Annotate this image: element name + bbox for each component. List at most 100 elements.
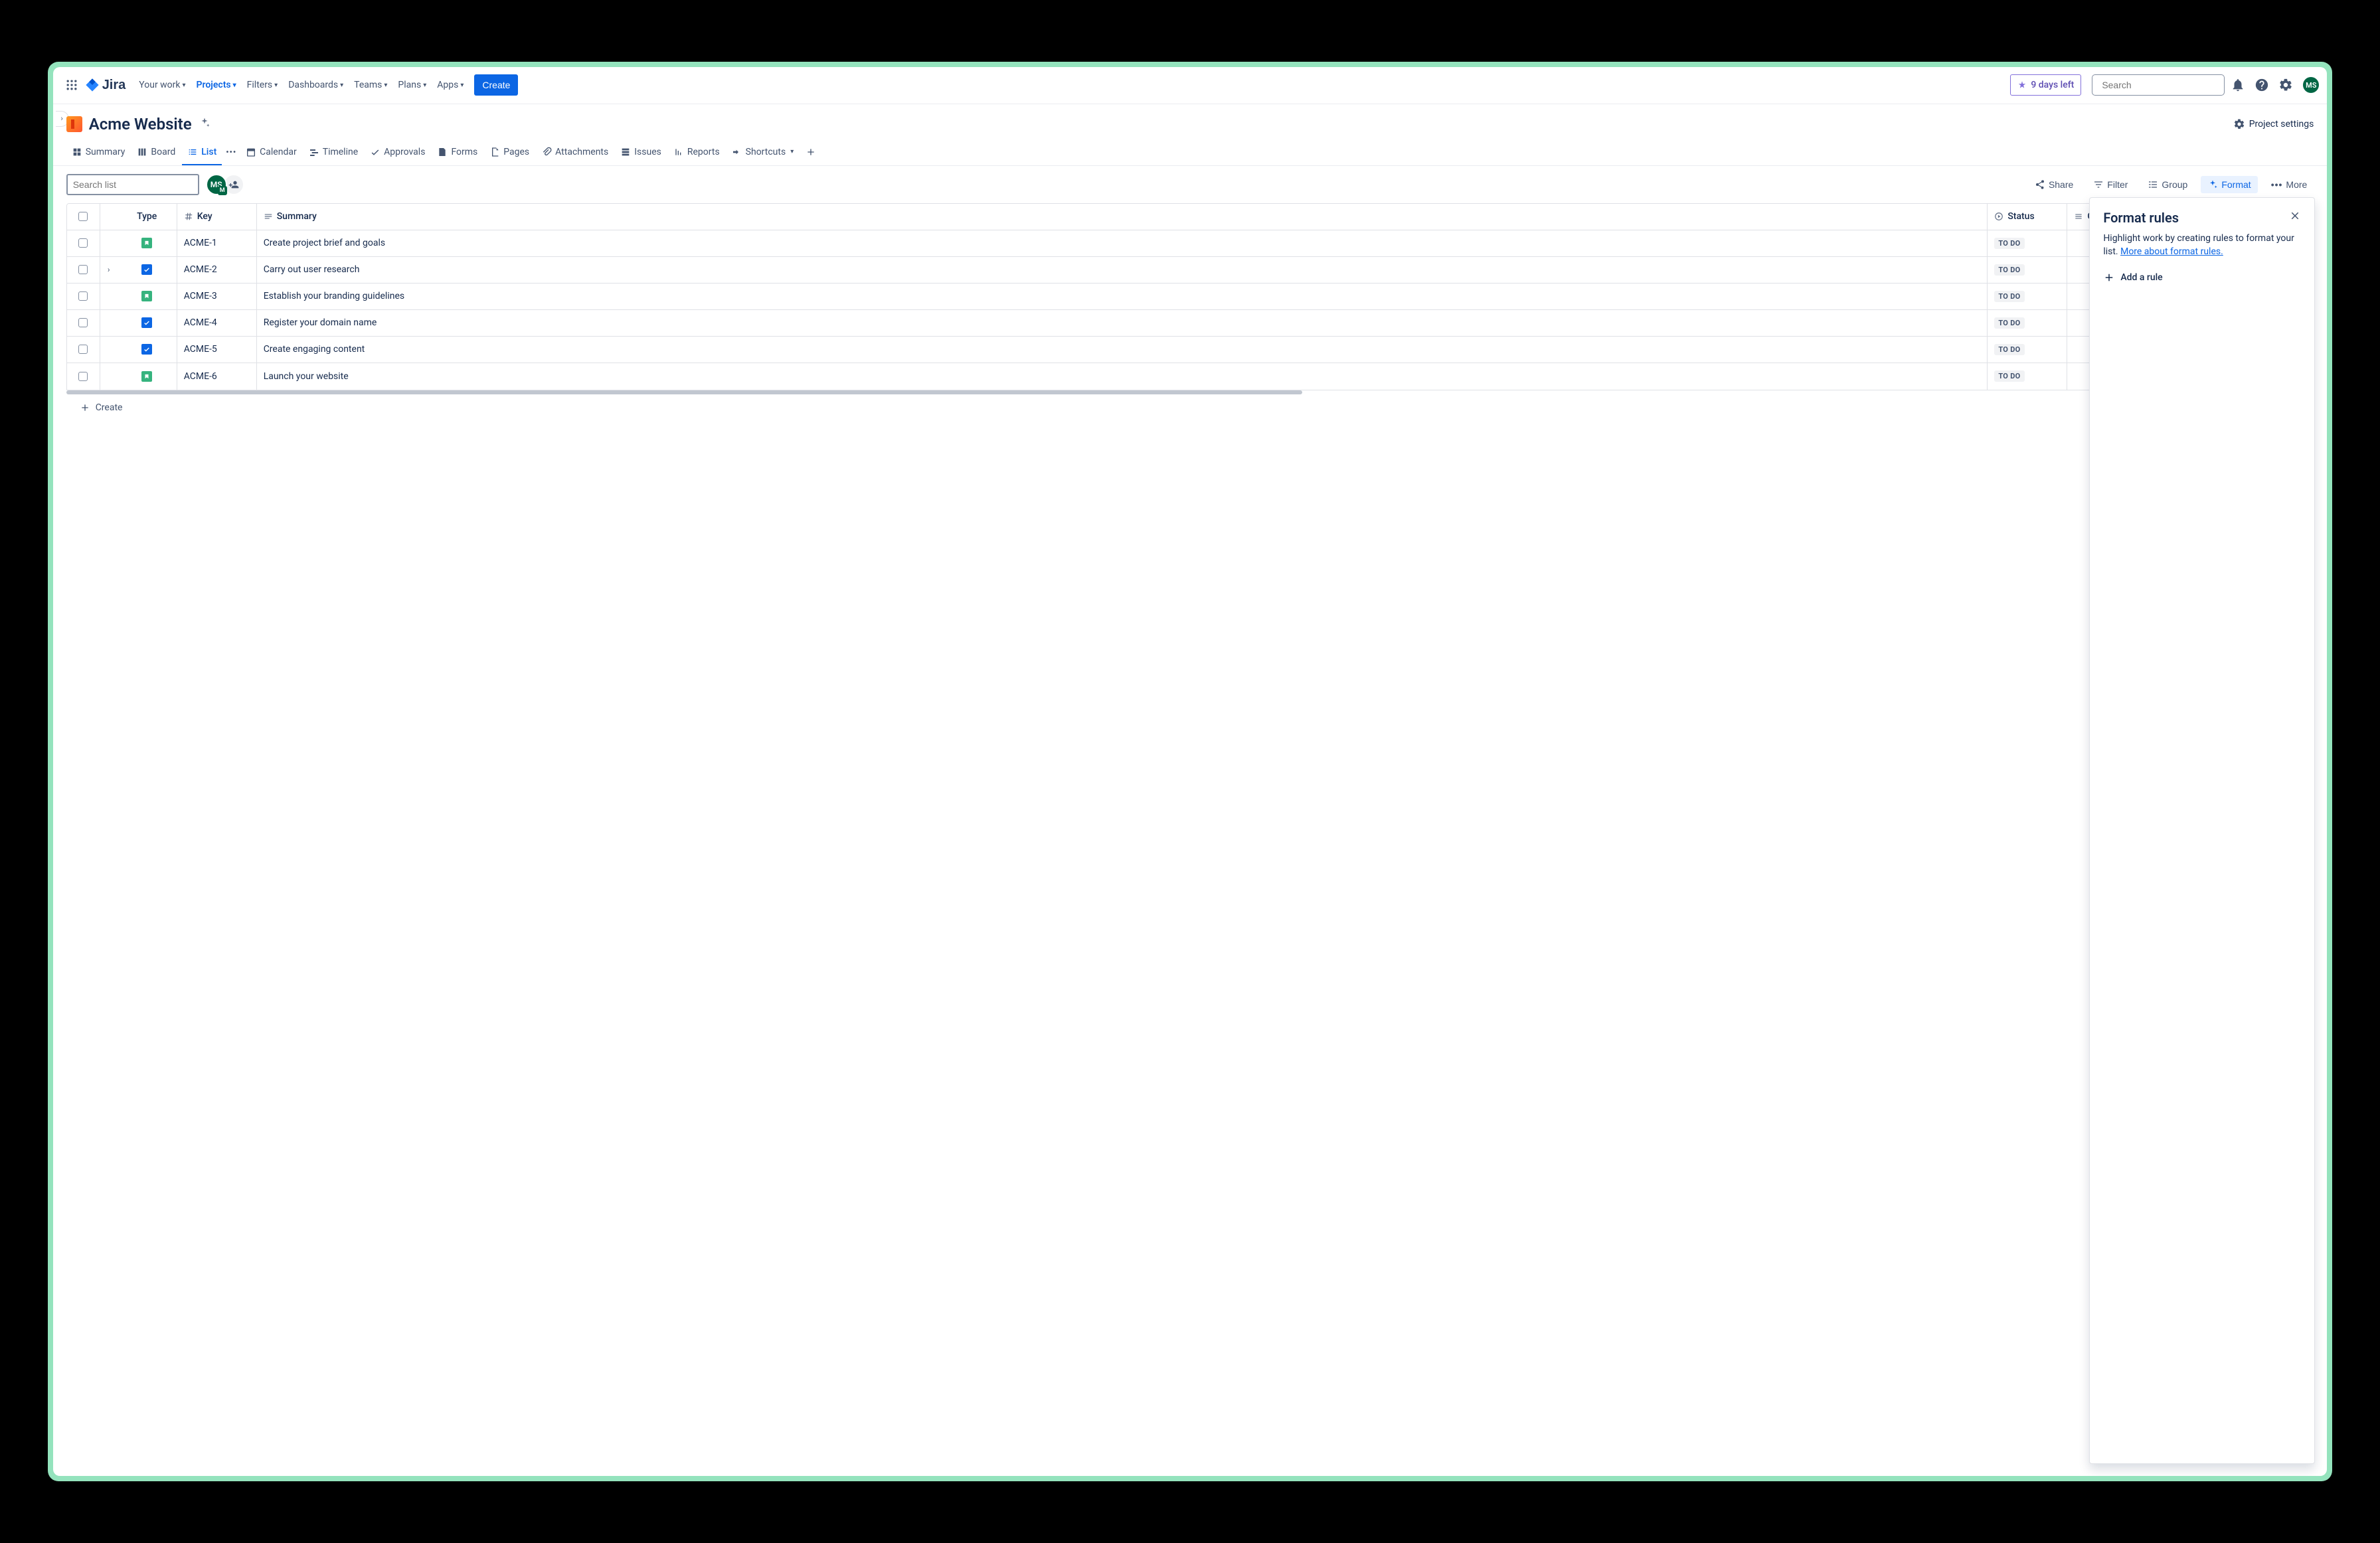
nav-item-projects[interactable]: Projects▾: [191, 74, 242, 96]
panel-close-button[interactable]: [2289, 210, 2301, 225]
more-about-link[interactable]: More about format rules.: [2120, 246, 2223, 257]
table-row[interactable]: › ACME-2Carry out user researchTO DO: [67, 257, 2314, 284]
row-expand-cell[interactable]: ›: [100, 257, 118, 283]
row-status-cell[interactable]: TO DO: [1988, 257, 2067, 283]
row-key-cell[interactable]: ACME-5: [177, 337, 257, 363]
nav-item-plans[interactable]: Plans▾: [392, 74, 432, 96]
tab-forms[interactable]: Forms: [432, 143, 483, 165]
row-status-cell[interactable]: TO DO: [1988, 310, 2067, 336]
col-header-type[interactable]: Type: [118, 204, 177, 230]
status-lozenge: TO DO: [1994, 344, 2024, 355]
table-row[interactable]: ACME-6Launch your websiteTO DO: [67, 363, 2314, 390]
help-icon[interactable]: [2251, 74, 2272, 96]
nav-item-your-work[interactable]: Your work▾: [133, 74, 191, 96]
row-summary-cell[interactable]: Establish your branding guidelines: [257, 284, 1988, 309]
member-avatar[interactable]: MS M: [206, 174, 227, 195]
board-icon: [137, 147, 147, 157]
checkbox[interactable]: [78, 238, 88, 248]
global-search-input[interactable]: [2102, 80, 2222, 90]
add-view-button[interactable]: [800, 143, 821, 165]
timeline-icon: [309, 147, 319, 157]
user-avatar[interactable]: MS: [2303, 77, 2319, 93]
row-status-cell[interactable]: TO DO: [1988, 284, 2067, 309]
nav-item-teams[interactable]: Teams▾: [349, 74, 392, 96]
row-summary-cell[interactable]: Register your domain name: [257, 310, 1988, 336]
group-icon: [2148, 179, 2158, 190]
tab-list[interactable]: List: [182, 143, 222, 165]
nav-item-apps[interactable]: Apps▾: [432, 74, 469, 96]
chevron-right-icon[interactable]: ›: [108, 265, 110, 274]
filter-button[interactable]: Filter: [2086, 176, 2134, 193]
checkbox[interactable]: [78, 318, 88, 327]
format-button[interactable]: Format: [2201, 176, 2257, 193]
row-key-cell[interactable]: ACME-3: [177, 284, 257, 309]
row-checkbox-cell[interactable]: [67, 284, 100, 309]
nav-menu: Your work▾Projects▾Filters▾Dashboards▾Te…: [133, 74, 469, 96]
row-key-cell[interactable]: ACME-4: [177, 310, 257, 336]
task-type-icon: [141, 317, 152, 328]
list-search[interactable]: [66, 174, 199, 195]
more-button[interactable]: ••• More: [2264, 176, 2314, 193]
table-row[interactable]: ACME-1Create project brief and goalsTO D…: [67, 230, 2314, 257]
checkbox[interactable]: [78, 212, 88, 221]
tab-issues[interactable]: Issues: [615, 143, 667, 165]
tab-board[interactable]: Board: [131, 143, 181, 165]
tab-summary[interactable]: Summary: [66, 143, 131, 165]
col-header-status[interactable]: Status: [1988, 204, 2067, 230]
row-summary-cell[interactable]: Launch your website: [257, 363, 1988, 390]
tab-timeline[interactable]: Timeline: [303, 143, 363, 165]
col-header-summary[interactable]: Summary: [257, 204, 1988, 230]
tab-shortcuts[interactable]: Shortcuts▾: [726, 143, 800, 165]
tab-more-actions[interactable]: •••: [223, 143, 239, 165]
nav-item-dashboards[interactable]: Dashboards▾: [283, 74, 349, 96]
global-search[interactable]: [2092, 74, 2225, 96]
trial-days-left-button[interactable]: 9 days left: [2010, 74, 2081, 96]
jira-logo[interactable]: Jira: [85, 78, 126, 93]
tab-calendar[interactable]: Calendar: [240, 143, 302, 165]
row-checkbox-cell[interactable]: [67, 310, 100, 336]
create-button[interactable]: Create: [474, 74, 518, 96]
notifications-icon[interactable]: [2227, 74, 2249, 96]
tab-approvals[interactable]: Approvals: [365, 143, 430, 165]
create-row-button[interactable]: Create: [66, 394, 2314, 421]
table-row[interactable]: ACME-5Create engaging content TO DO: [67, 337, 2314, 363]
table-row[interactable]: ACME-3Establish your branding guidelines…: [67, 284, 2314, 310]
row-status-cell[interactable]: TO DO: [1988, 230, 2067, 256]
story-type-icon: [141, 238, 152, 248]
col-header-key[interactable]: Key: [177, 204, 257, 230]
row-checkbox-cell[interactable]: [67, 363, 100, 390]
checkbox[interactable]: [78, 345, 88, 354]
settings-icon[interactable]: [2275, 74, 2296, 96]
nav-item-filters[interactable]: Filters▾: [242, 74, 284, 96]
share-button[interactable]: Share: [2028, 176, 2080, 193]
ai-sparkle-icon[interactable]: [199, 117, 211, 131]
tab-reports[interactable]: Reports: [668, 143, 725, 165]
table-row[interactable]: ACME-4Register your domain nameTO DO: [67, 310, 2314, 337]
group-button[interactable]: Group: [2141, 176, 2194, 193]
row-checkbox-cell[interactable]: [67, 337, 100, 363]
row-summary-cell[interactable]: Create engaging content: [257, 337, 1988, 363]
row-summary-cell[interactable]: Create project brief and goals: [257, 230, 1988, 256]
list-search-input[interactable]: [73, 179, 193, 190]
project-settings-link[interactable]: Project settings: [2233, 118, 2314, 130]
row-key-cell[interactable]: ACME-6: [177, 363, 257, 390]
app-switcher-icon[interactable]: [61, 74, 82, 96]
row-key-cell[interactable]: ACME-1: [177, 230, 257, 256]
select-all-cell[interactable]: [67, 204, 100, 230]
row-checkbox-cell[interactable]: [67, 257, 100, 283]
row-key-cell[interactable]: ACME-2: [177, 257, 257, 283]
checkbox[interactable]: [78, 265, 88, 274]
row-status-cell[interactable]: TO DO: [1988, 337, 2067, 363]
tab-attachments[interactable]: Attachments: [536, 143, 614, 165]
checkbox[interactable]: [78, 372, 88, 381]
tab-pages[interactable]: Pages: [484, 143, 535, 165]
forms-icon: [437, 147, 448, 157]
gear-icon: [2233, 118, 2245, 130]
task-type-icon: [141, 264, 152, 275]
checkbox[interactable]: [78, 291, 88, 301]
project-icon: [66, 116, 82, 132]
row-status-cell[interactable]: TO DO: [1988, 363, 2067, 390]
row-checkbox-cell[interactable]: [67, 230, 100, 256]
add-rule-button[interactable]: Add a rule: [2103, 272, 2301, 284]
row-summary-cell[interactable]: Carry out user research: [257, 257, 1988, 283]
